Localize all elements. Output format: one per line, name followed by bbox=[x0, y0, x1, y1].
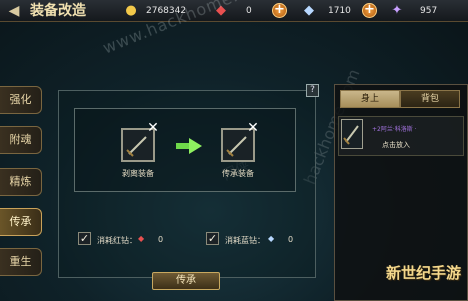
tab-inherit[interactable]: 传承 bbox=[0, 208, 42, 236]
crystal-icon: ✦ bbox=[391, 3, 403, 18]
blue-diamond-checkbox[interactable]: ✓ bbox=[206, 232, 219, 245]
inherit-button[interactable]: 传承 bbox=[152, 272, 220, 290]
help-button[interactable]: ? bbox=[306, 84, 319, 97]
tab-strengthen[interactable]: 强化 bbox=[0, 86, 42, 114]
tab-equipped[interactable]: 身上 bbox=[340, 90, 400, 108]
inventory-item-action[interactable]: 点击放入 bbox=[382, 140, 410, 150]
gold-ingot-icon: ● bbox=[125, 3, 137, 18]
target-equipment-label: 传承装备 bbox=[222, 169, 254, 178]
blue-diamond-icon: ◆ bbox=[268, 234, 275, 243]
tab-rebirth[interactable]: 重生 bbox=[0, 248, 42, 276]
add-red-diamond-button[interactable]: + bbox=[272, 3, 287, 18]
red-diamond-checkbox[interactable]: ✓ bbox=[78, 232, 91, 245]
blue-diamond-option-label: 消耗蓝钻： bbox=[225, 236, 265, 245]
green-arrow-icon bbox=[176, 138, 202, 154]
clear-source-icon[interactable]: ✕ bbox=[146, 121, 160, 135]
source-equipment-label: 剥离装备 bbox=[122, 169, 154, 178]
tab-enchant[interactable]: 附魂 bbox=[0, 126, 42, 154]
back-arrow-icon[interactable]: ◀ bbox=[4, 2, 24, 20]
clear-target-icon[interactable]: ✕ bbox=[246, 121, 260, 135]
red-diamond-icon: ◆ bbox=[138, 234, 145, 243]
tab-bag[interactable]: 背包 bbox=[400, 90, 460, 108]
inventory-item-name: +2阿兰·科洛斯 · bbox=[372, 126, 417, 133]
inventory-item-slot[interactable] bbox=[341, 119, 363, 149]
red-diamond-cost: 0 bbox=[158, 235, 164, 244]
blue-diamond-icon: ◆ bbox=[304, 3, 314, 18]
blue-diamond-cost: 0 bbox=[288, 235, 294, 244]
red-diamond-option-label: 消耗红钻： bbox=[97, 236, 137, 245]
red-diamond-amount: 0 bbox=[246, 6, 252, 16]
tab-refine[interactable]: 精炼 bbox=[0, 168, 42, 196]
crystal-amount: 957 bbox=[420, 6, 438, 16]
blue-diamond-amount: 1710 bbox=[328, 6, 351, 16]
page-title: 装备改造 bbox=[30, 3, 86, 19]
add-blue-diamond-button[interactable]: + bbox=[362, 3, 377, 18]
watermark-logo: 新世纪手游 bbox=[386, 264, 462, 282]
sword-icon bbox=[343, 125, 359, 145]
